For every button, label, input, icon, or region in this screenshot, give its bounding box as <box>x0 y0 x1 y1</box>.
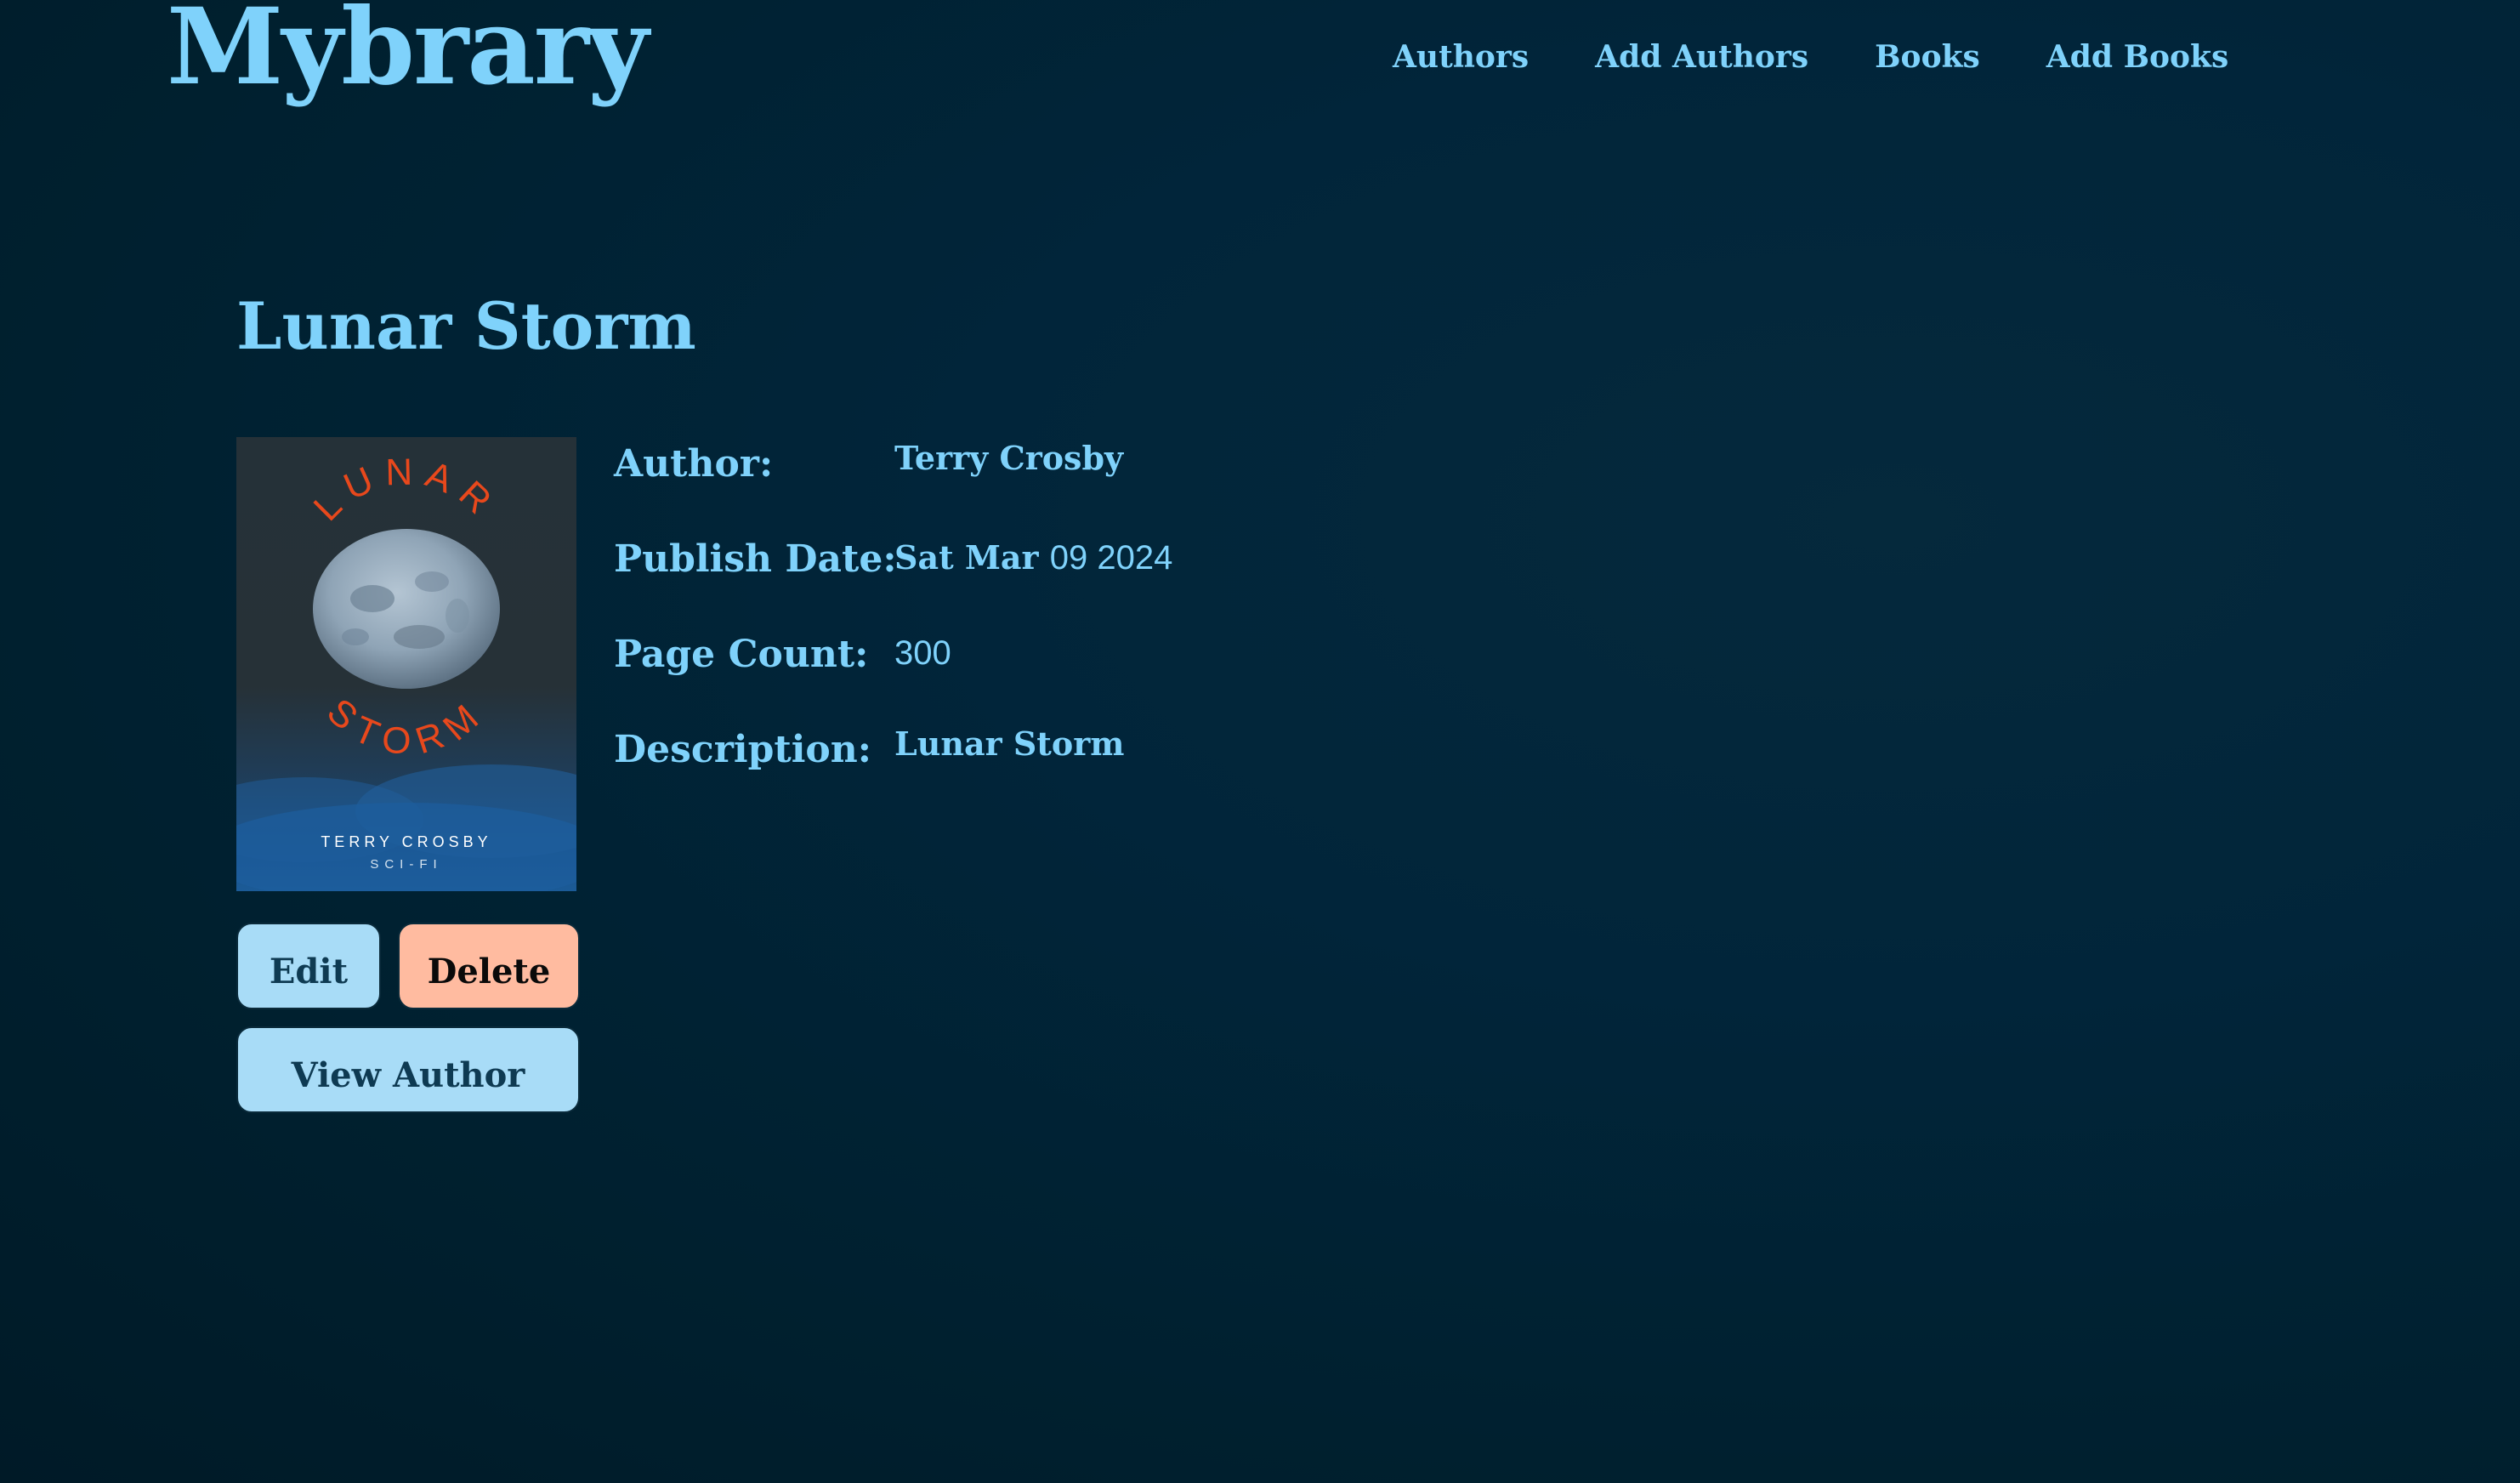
page-title: Lunar Storm <box>236 288 696 364</box>
nav-link-books[interactable]: Books <box>1875 39 1980 76</box>
site-header: Mybrary Authors Add Authors Books Add Bo… <box>0 0 2520 119</box>
detail-label-description: Description: <box>614 728 871 771</box>
publish-date-day-month: Sat Mar <box>894 538 1039 577</box>
detail-label-publish-date: Publish Date: <box>614 537 897 581</box>
nav-link-add-books[interactable]: Add Books <box>2046 39 2228 76</box>
detail-value-page-count: 300 <box>894 633 951 673</box>
moon-icon <box>313 529 500 689</box>
cover-author: TERRY CROSBY <box>321 833 491 850</box>
cover-genre: SCI-FI <box>370 857 442 872</box>
nav-link-authors[interactable]: Authors <box>1393 39 1529 76</box>
page-count-value: 300 <box>894 634 951 672</box>
cover-title-bottom: STORM <box>319 690 484 763</box>
cover-title-top: LUNAR <box>306 451 497 529</box>
delete-button[interactable]: Delete <box>398 923 580 1009</box>
svg-text:LUNAR: LUNAR <box>306 451 507 529</box>
detail-value-description: Lunar Storm <box>894 724 1125 763</box>
edit-button[interactable]: Edit <box>236 923 381 1009</box>
main-nav: Authors Add Authors Books Add Books <box>1393 39 2228 76</box>
svg-text:STORM: STORM <box>319 690 494 763</box>
publish-date-rest: 09 2024 <box>1049 539 1173 577</box>
nav-link-add-authors[interactable]: Add Authors <box>1595 39 1808 76</box>
detail-label-page-count: Page Count: <box>614 633 869 676</box>
view-author-button[interactable]: View Author <box>236 1026 580 1113</box>
detail-value-author: Terry Crosby <box>894 439 1124 477</box>
site-logo[interactable]: Mybrary <box>167 0 649 111</box>
detail-label-author: Author: <box>614 442 774 486</box>
book-cover-image: LUNAR STORM TERRY CROSBY SCI-FI <box>236 437 576 891</box>
detail-value-publish-date: Sat Mar 09 2024 <box>894 537 1172 578</box>
